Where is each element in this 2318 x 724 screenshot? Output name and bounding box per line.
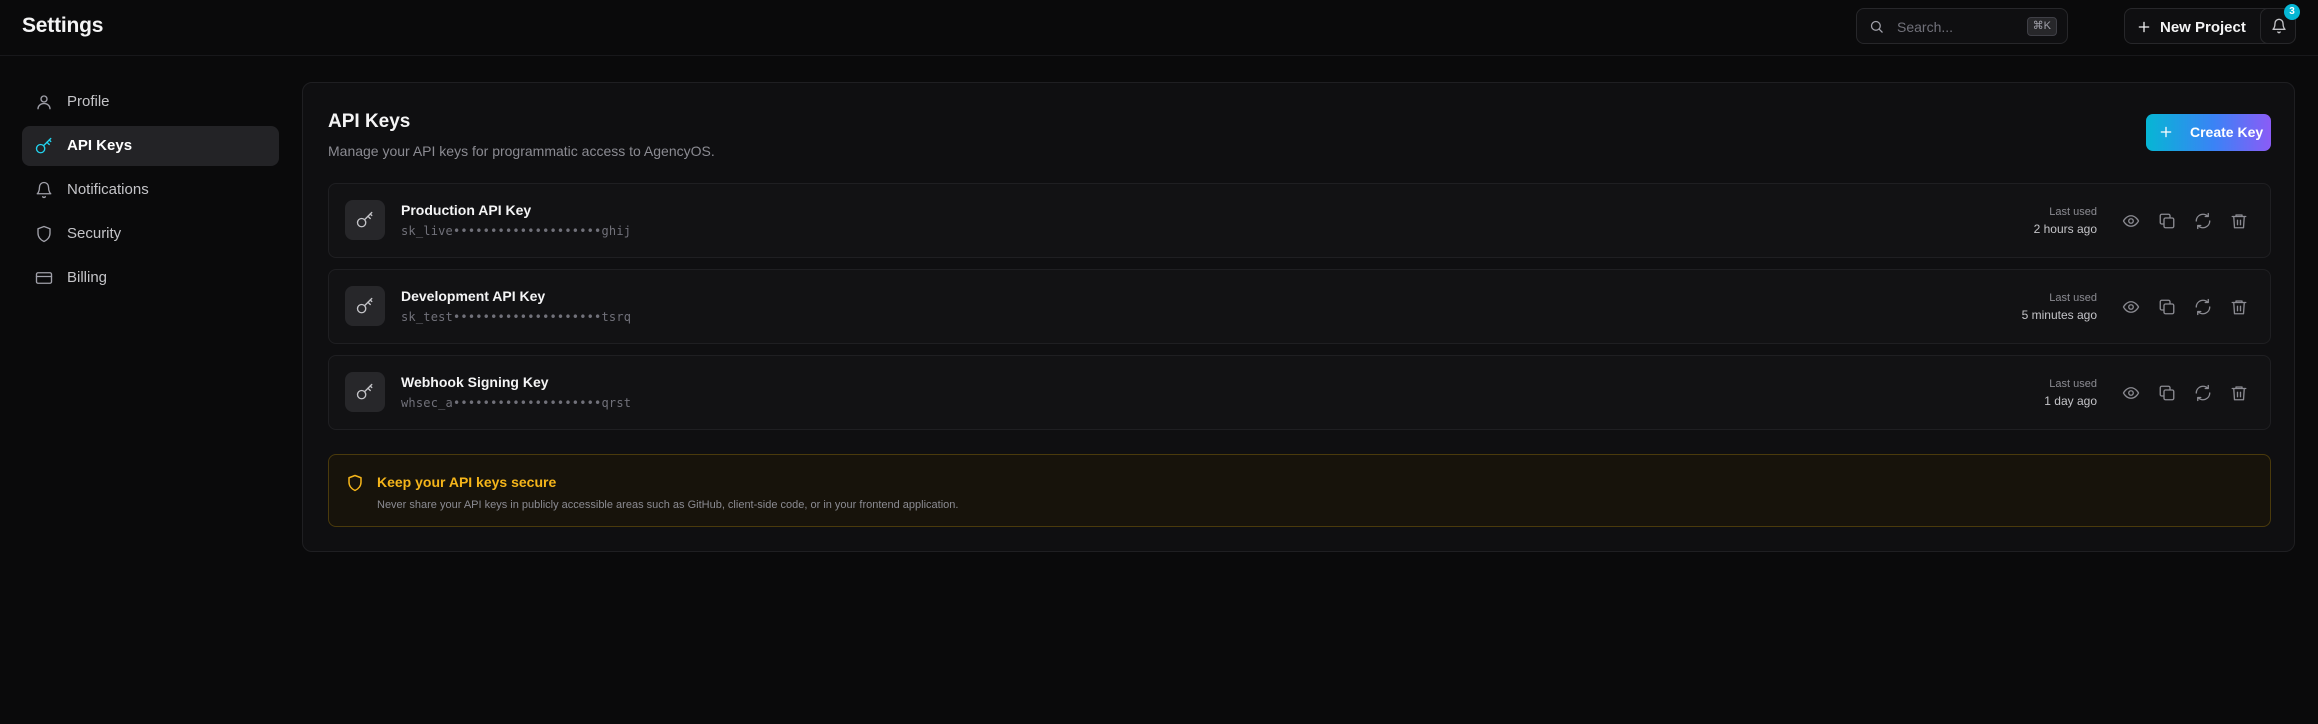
api-key-masked-value: sk_live••••••••••••••••••••ghij bbox=[401, 224, 632, 238]
trash-icon[interactable] bbox=[2230, 384, 2248, 402]
bell-icon bbox=[2271, 18, 2287, 34]
sidebar-item-billing[interactable]: Billing bbox=[22, 258, 279, 298]
api-key-name: Production API Key bbox=[401, 202, 532, 218]
sidebar-item-label: Security bbox=[67, 225, 122, 242]
copy-icon[interactable] bbox=[2158, 298, 2176, 316]
sidebar-item-label: API Keys bbox=[67, 137, 133, 154]
key-icon bbox=[356, 211, 374, 229]
key-icon-box bbox=[345, 372, 385, 412]
sidebar-item-label: Billing bbox=[67, 269, 108, 286]
user-icon bbox=[35, 93, 53, 111]
api-key-masked-value: sk_test••••••••••••••••••••tsrq bbox=[401, 310, 632, 324]
last-used-label: Last used bbox=[2049, 206, 2097, 218]
last-used-value: 2 hours ago bbox=[2033, 222, 2097, 236]
refresh-icon[interactable] bbox=[2194, 212, 2212, 230]
refresh-icon[interactable] bbox=[2194, 298, 2212, 316]
api-key-row: Webhook Signing Key whsec_a•••••••••••••… bbox=[328, 355, 2271, 430]
trash-icon[interactable] bbox=[2230, 298, 2248, 316]
section-subtitle: Manage your API keys for programmatic ac… bbox=[328, 143, 715, 159]
shield-icon bbox=[35, 225, 53, 243]
credit-card-icon bbox=[35, 269, 53, 287]
eye-icon[interactable] bbox=[2122, 212, 2140, 230]
copy-icon[interactable] bbox=[2158, 384, 2176, 402]
create-key-button[interactable]: Create Key bbox=[2146, 114, 2271, 151]
api-keys-panel: API Keys Manage your API keys for progra… bbox=[302, 82, 2295, 552]
copy-icon[interactable] bbox=[2158, 212, 2176, 230]
api-key-row: Development API Key sk_test•••••••••••••… bbox=[328, 269, 2271, 344]
bell-icon bbox=[35, 181, 53, 199]
api-key-name: Webhook Signing Key bbox=[401, 374, 549, 390]
notifications-button[interactable]: 3 bbox=[2260, 4, 2300, 44]
key-icon bbox=[356, 383, 374, 401]
sidebar-item-profile[interactable]: Profile bbox=[22, 82, 279, 122]
search-placeholder: Search... bbox=[1897, 19, 1954, 35]
plus-icon bbox=[2159, 125, 2173, 139]
key-icon-box bbox=[345, 200, 385, 240]
refresh-icon[interactable] bbox=[2194, 384, 2212, 402]
new-project-button[interactable]: New Project bbox=[2124, 8, 2281, 44]
search-icon bbox=[1869, 19, 1884, 34]
section-title: API Keys bbox=[328, 111, 411, 132]
new-project-label: New Project bbox=[2160, 19, 2246, 36]
warning-title: Keep your API keys secure bbox=[377, 474, 557, 490]
eye-icon[interactable] bbox=[2122, 298, 2140, 316]
eye-icon[interactable] bbox=[2122, 384, 2140, 402]
sidebar-item-security[interactable]: Security bbox=[22, 214, 279, 254]
plus-icon bbox=[2137, 20, 2151, 34]
sidebar-item-label: Profile bbox=[67, 93, 110, 110]
warning-text: Never share your API keys in publicly ac… bbox=[377, 499, 959, 511]
api-key-name: Development API Key bbox=[401, 288, 546, 304]
search-shortcut: ⌘K bbox=[2026, 17, 2057, 36]
search-input[interactable]: Search... ⌘K bbox=[1856, 8, 2068, 44]
page-title: Settings bbox=[22, 14, 104, 37]
sidebar-item-notifications[interactable]: Notifications bbox=[22, 170, 279, 210]
key-icon bbox=[35, 137, 53, 155]
create-key-label: Create Key bbox=[2190, 124, 2264, 140]
key-icon bbox=[356, 297, 374, 315]
trash-icon[interactable] bbox=[2230, 212, 2248, 230]
api-key-row: Production API Key sk_live••••••••••••••… bbox=[328, 183, 2271, 258]
api-key-masked-value: whsec_a••••••••••••••••••••qrst bbox=[401, 396, 632, 410]
sidebar-item-api-keys[interactable]: API Keys bbox=[22, 126, 279, 166]
top-header: Settings Search... ⌘K New Project 3 bbox=[0, 0, 2318, 56]
sidebar-item-label: Notifications bbox=[67, 181, 149, 198]
last-used-label: Last used bbox=[2049, 378, 2097, 390]
security-warning: Keep your API keys secure Never share yo… bbox=[328, 454, 2271, 527]
key-icon-box bbox=[345, 286, 385, 326]
last-used-value: 1 day ago bbox=[2044, 394, 2097, 408]
shield-icon bbox=[346, 474, 364, 492]
last-used-value: 5 minutes ago bbox=[2021, 308, 2097, 322]
notification-badge: 3 bbox=[2284, 4, 2300, 20]
last-used-label: Last used bbox=[2049, 292, 2097, 304]
